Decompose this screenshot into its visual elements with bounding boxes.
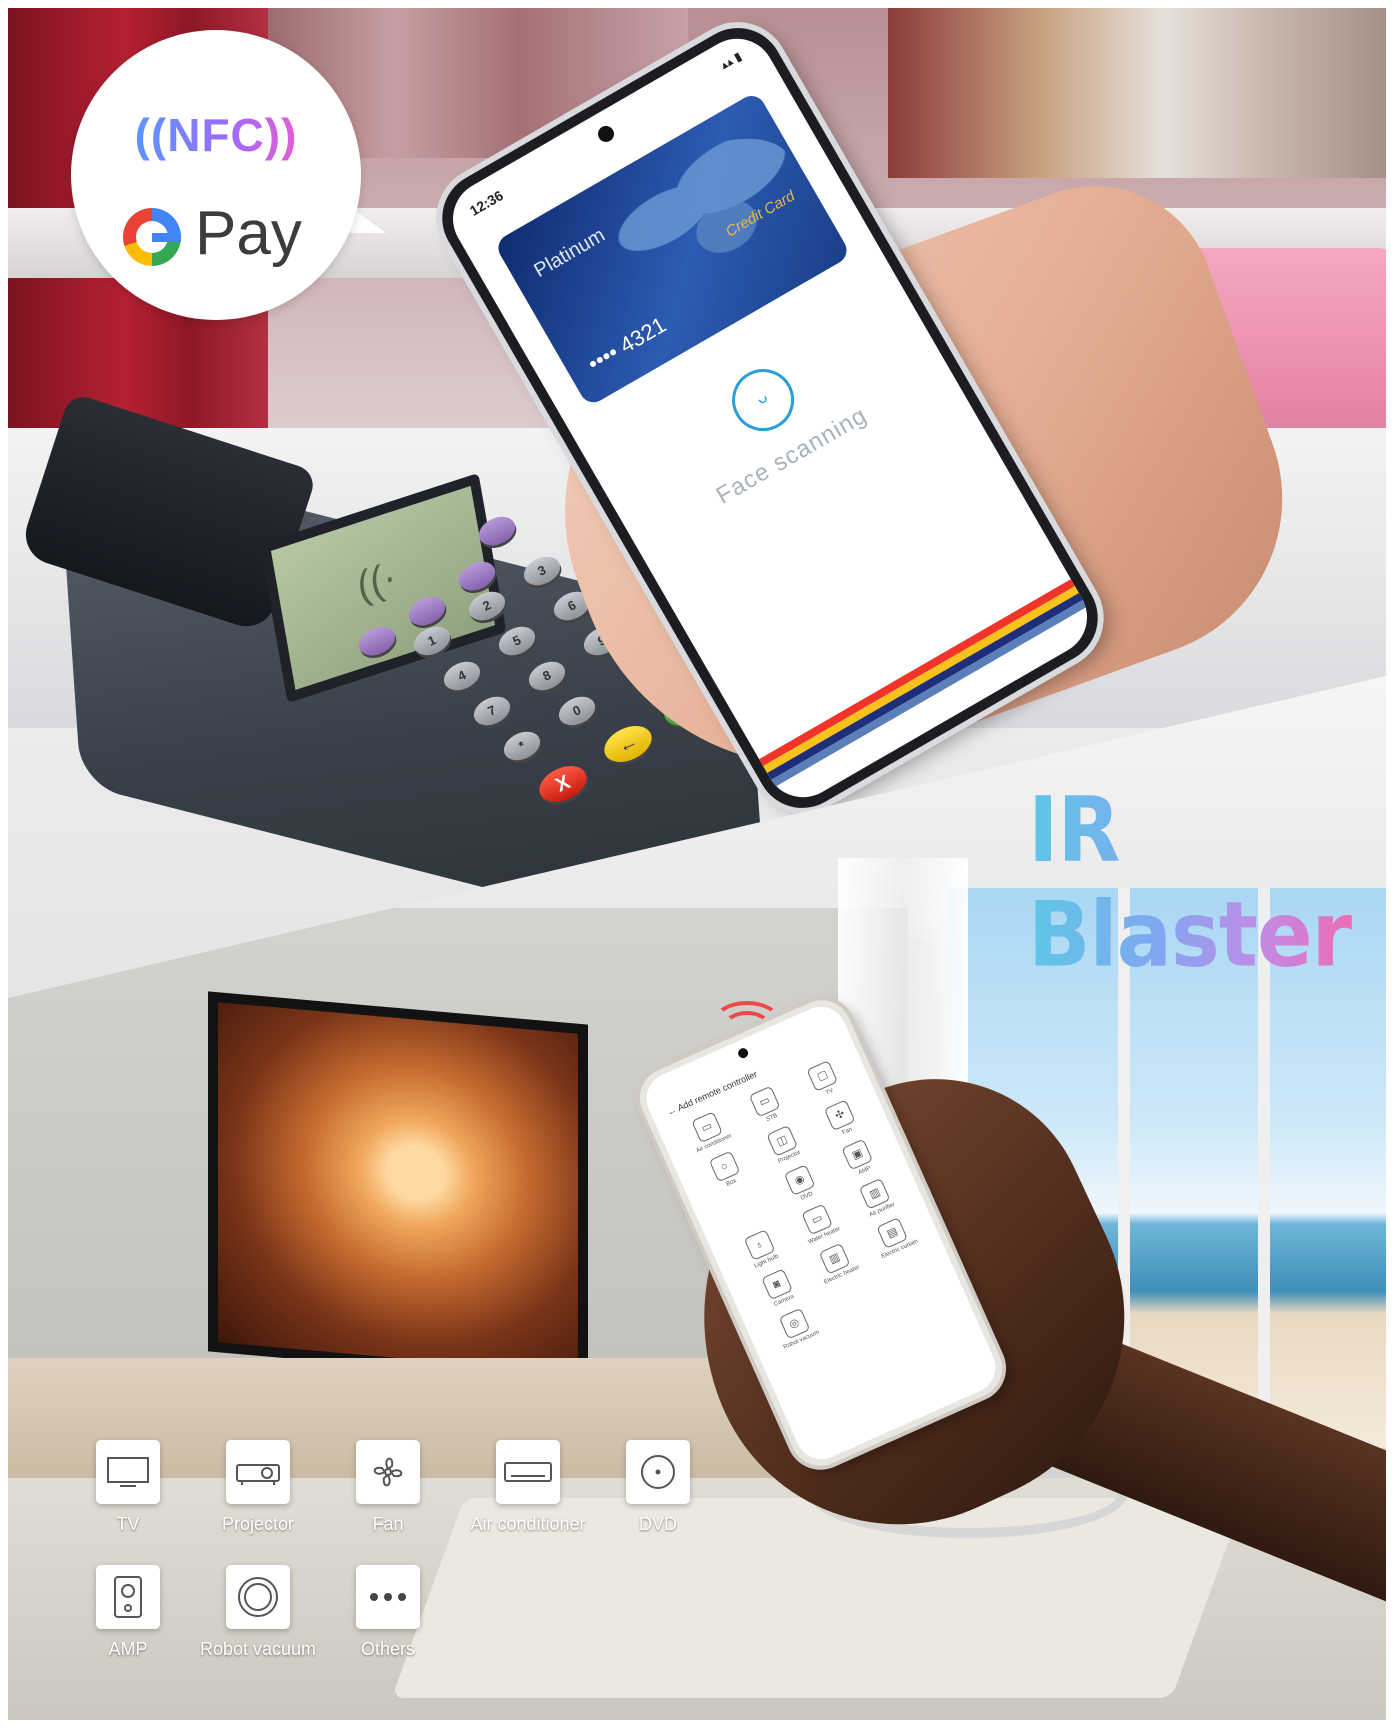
pay-label: Pay	[195, 199, 302, 268]
device-label: Projector	[221, 1514, 295, 1534]
tv-icon	[107, 1457, 149, 1487]
device-amp: AMP	[68, 1565, 188, 1660]
dvd-icon	[641, 1455, 675, 1489]
device-dvd: DVD	[598, 1440, 718, 1535]
remote-device-label: DVD	[799, 1191, 814, 1202]
device-others: Others	[328, 1565, 448, 1660]
device-label: AMP	[108, 1639, 148, 1659]
device-fan: Fan	[328, 1440, 448, 1535]
status-time: 12:36	[466, 187, 506, 219]
robot-vacuum-icon	[238, 1577, 278, 1617]
box-icon: ○	[708, 1150, 741, 1183]
device-label: Others	[360, 1639, 416, 1659]
stripe	[763, 586, 1079, 774]
device-air-conditioner: Air conditioner	[468, 1440, 588, 1535]
canyon-image	[218, 1002, 578, 1374]
front-camera	[595, 123, 617, 145]
device-label: DVD	[638, 1514, 677, 1534]
contactless-icon: ((·	[353, 553, 400, 610]
remote-device-label: STB	[765, 1112, 779, 1124]
fan-icon: ✣	[824, 1099, 856, 1131]
credit-card: Platinum Credit Card •••• 4321	[493, 90, 852, 408]
device-tv: TV	[68, 1440, 188, 1535]
face-scanning-text: Face scanning	[711, 401, 872, 510]
signal-battery-icon: ▴▴ ▮	[718, 49, 745, 73]
remote-device-label: Fan	[841, 1126, 854, 1137]
google-g-icon	[123, 208, 181, 266]
device-label: Fan	[372, 1514, 404, 1534]
wall-tv	[208, 991, 588, 1385]
device-robot-vacuum: Robot vacuum	[198, 1565, 318, 1660]
background-clothes	[888, 8, 1386, 178]
image-panel: ((· 1 2 3 4 5 6 7 8 9 * 0 X ← 12:36	[8, 8, 1386, 1720]
others-icon	[370, 1593, 406, 1601]
remote-device-label: TV	[825, 1087, 835, 1097]
projector-icon	[236, 1464, 280, 1485]
amp-icon	[114, 1576, 142, 1618]
tv-icon: ▢	[806, 1059, 839, 1092]
fan-icon	[373, 1457, 403, 1487]
nfc-gpay-badge: ((NFC)) Pay	[71, 30, 361, 320]
product-image: ((· 1 2 3 4 5 6 7 8 9 * 0 X ← 12:36	[0, 0, 1394, 1728]
ir-blaster-title: IR Blaster	[1028, 779, 1386, 988]
remote-device-label: Box	[725, 1178, 738, 1188]
front-camera	[736, 1046, 750, 1060]
air-conditioner-icon	[504, 1462, 552, 1482]
gpay-logo: Pay	[123, 198, 343, 278]
device-label: Air conditioner	[470, 1514, 586, 1534]
device-label: TV	[116, 1514, 140, 1534]
device-projector: Projector	[198, 1440, 318, 1535]
remote-device-label: AMP	[857, 1165, 872, 1177]
blank-icon	[727, 1190, 756, 1219]
stripe	[759, 579, 1075, 767]
card-number: •••• 4321	[583, 311, 671, 377]
nfc-label: ((NFC))	[111, 108, 321, 162]
face-scan-icon: ᵕ	[720, 357, 806, 443]
device-label: Robot vacuum	[199, 1639, 317, 1659]
card-tier: Platinum	[530, 224, 609, 283]
